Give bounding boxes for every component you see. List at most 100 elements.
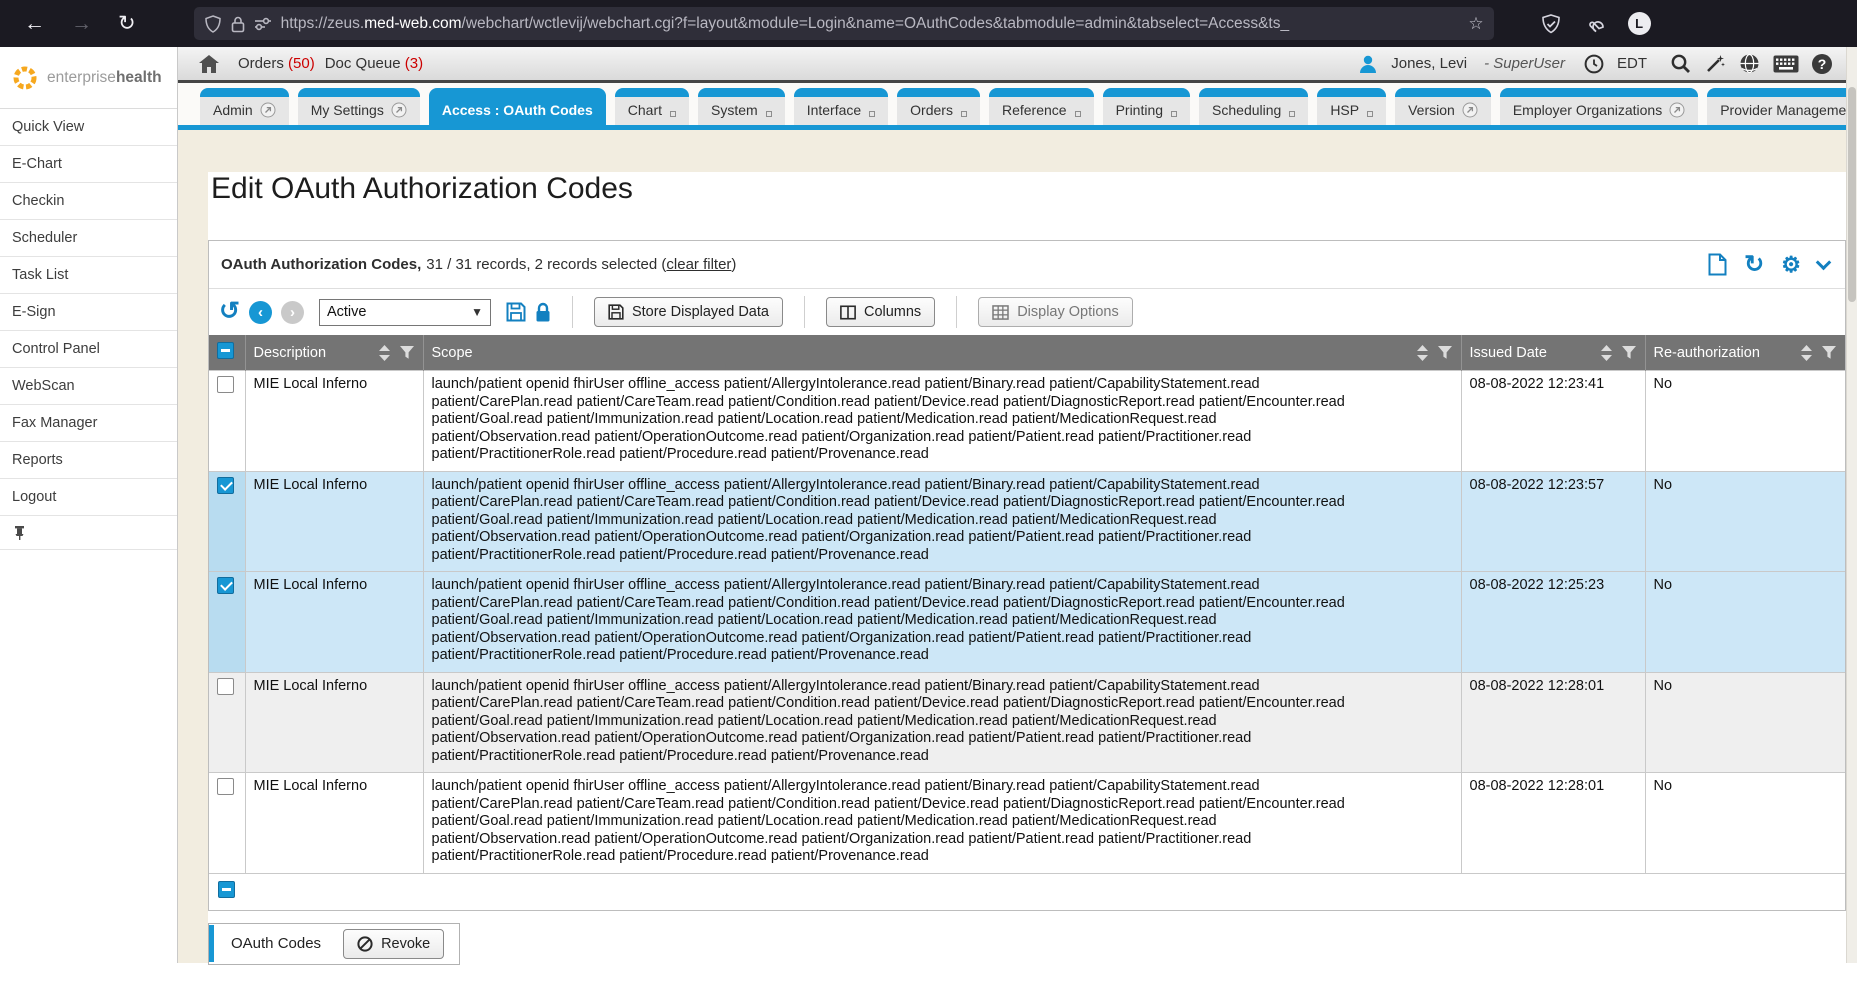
scrollbar-thumb[interactable] [1848,87,1856,302]
filter-funnel-icon[interactable] [1437,345,1453,360]
filter-select[interactable]: Active▼ [319,299,491,326]
sidebar-item-task-list[interactable]: Task List [0,257,177,294]
home-icon[interactable] [198,54,220,74]
save-filter-icon[interactable] [506,302,526,322]
store-displayed-data-button[interactable]: Store Displayed Data [594,297,783,327]
browser-back-icon[interactable]: ← [24,12,45,36]
sidebar-item-quick-view[interactable]: Quick View [0,109,177,146]
columns-icon [840,305,856,320]
refresh-icon[interactable]: ↻ [1744,250,1764,279]
url-text[interactable]: https://zeus.med-web.com/webchart/wctlev… [281,15,1454,33]
select-all-footer-checkbox[interactable] [218,881,235,898]
column-header-description[interactable]: Description [245,335,423,371]
undo-icon[interactable]: ↺ [219,301,240,321]
tab-admin[interactable]: Admin [200,88,289,125]
scope-cell: launch/patient openid fhirUser offline_a… [423,471,1461,572]
row-checkbox-cell [209,672,245,773]
tab-my-settings[interactable]: My Settings [298,88,420,125]
lock-filter-icon[interactable] [535,302,551,323]
display-options-button[interactable]: Display Options [978,297,1133,327]
doc-queue-link[interactable]: Doc Queue (3) [325,55,423,72]
row-checkbox[interactable] [217,577,234,594]
tracking-shield-icon[interactable] [204,15,222,33]
sidebar-item-e-sign[interactable]: E-Sign [0,294,177,331]
url-bar[interactable]: https://zeus.med-web.com/webchart/wctlev… [194,7,1494,40]
sort-icon[interactable] [1417,345,1428,361]
orders-link[interactable]: Orders (50) [238,55,315,72]
sidebar-item-logout[interactable]: Logout [0,479,177,516]
collapse-chevron-icon[interactable] [1816,254,1832,270]
column-header-issued-date[interactable]: Issued Date [1461,335,1645,371]
vertical-scrollbar[interactable] [1846,47,1857,963]
next-page-icon[interactable]: › [281,301,304,324]
tab-access-oauth-codes[interactable]: Access : OAuth Codes [429,88,606,125]
lock-icon[interactable] [231,15,245,33]
sort-icon[interactable] [1601,345,1612,361]
table-row: MIE Local Inferno launch/patient openid … [209,672,1845,773]
columns-button[interactable]: Columns [826,297,935,327]
timezone-label: EDT [1617,55,1647,72]
clear-filter-link[interactable]: clear filter [666,256,731,273]
tab-orders[interactable]: Orders [897,88,980,125]
filter-funnel-icon[interactable] [399,345,415,360]
revoke-button[interactable]: Revoke [343,929,444,959]
browser-reload-icon[interactable]: ↻ [118,11,136,36]
description-cell: MIE Local Inferno [245,773,423,873]
row-checkbox[interactable] [217,678,234,695]
sidebar-item-scheduler[interactable]: Scheduler [0,220,177,257]
extension-avatar-icon[interactable]: L [1628,12,1651,35]
tab-printing[interactable]: Printing [1103,88,1190,125]
toolbar-separator [804,296,805,328]
sidebar-item-reports[interactable]: Reports [0,442,177,479]
tab-employer-organizations[interactable]: Employer Organizations [1500,88,1698,125]
table-row: MIE Local Inferno launch/patient openid … [209,773,1845,873]
help-icon[interactable]: ? [1812,54,1832,74]
popout-icon [961,111,967,117]
tab-scheduling[interactable]: Scheduling [1199,88,1308,125]
sidebar: enterprisehealth Quick View E-Chart Chec… [0,47,178,963]
row-checkbox[interactable] [217,376,234,393]
sidebar-item-control-panel[interactable]: Control Panel [0,331,177,368]
popout-icon [766,111,772,117]
new-document-icon[interactable] [1708,253,1727,276]
prev-page-icon[interactable]: ‹ [249,301,272,324]
display-options-grid-icon [992,305,1009,320]
bookmark-star-icon[interactable]: ☆ [1468,14,1483,34]
permissions-icon[interactable] [254,17,272,31]
tab-interface[interactable]: Interface [794,88,888,125]
tab-system[interactable]: System [698,88,785,125]
oauth-codes-tab[interactable]: OAuth Codes [209,925,338,962]
browser-forward-icon[interactable]: → [71,12,92,36]
records-summary: 31 / 31 records, 2 records selected (cle… [426,256,736,273]
tab-version[interactable]: Version [1395,88,1491,125]
filter-funnel-icon[interactable] [1821,345,1837,360]
extension-shield-check-icon[interactable] [1540,13,1562,35]
keyboard-icon[interactable] [1773,55,1799,73]
globe-icon[interactable] [1739,53,1760,74]
row-checkbox[interactable] [217,778,234,795]
filter-funnel-icon[interactable] [1621,345,1637,360]
sort-icon[interactable] [1801,345,1812,361]
tab-provider-management[interactable]: Provider Management [1707,88,1846,125]
sidebar-item-webscan[interactable]: WebScan [0,368,177,405]
sidebar-pin-toggle[interactable] [0,516,177,550]
tab-hsp[interactable]: HSP [1317,88,1386,125]
gear-icon[interactable]: ⚙ [1781,252,1801,278]
wrench-icon[interactable] [1584,13,1606,35]
sort-icon[interactable] [379,345,390,361]
column-header-scope[interactable]: Scope [423,335,1461,371]
column-header-re-authorization[interactable]: Re-authorization [1645,335,1845,371]
row-checkbox[interactable] [217,477,234,494]
search-icon[interactable] [1670,53,1691,74]
tab-reference[interactable]: Reference [989,88,1094,125]
sidebar-item-fax-manager[interactable]: Fax Manager [0,405,177,442]
oauth-codes-table: Description Scope [209,335,1845,873]
tab-chart[interactable]: Chart [615,88,689,125]
page-title: Edit OAuth Authorization Codes [211,172,1846,206]
sidebar-item-checkin[interactable]: Checkin [0,183,177,220]
sidebar-item-e-chart[interactable]: E-Chart [0,146,177,183]
panel-title: OAuth Authorization Codes, [221,256,421,273]
user-name[interactable]: Jones, Levi [1391,55,1467,72]
select-all-checkbox[interactable] [217,342,234,359]
magic-wand-icon[interactable] [1704,53,1726,75]
